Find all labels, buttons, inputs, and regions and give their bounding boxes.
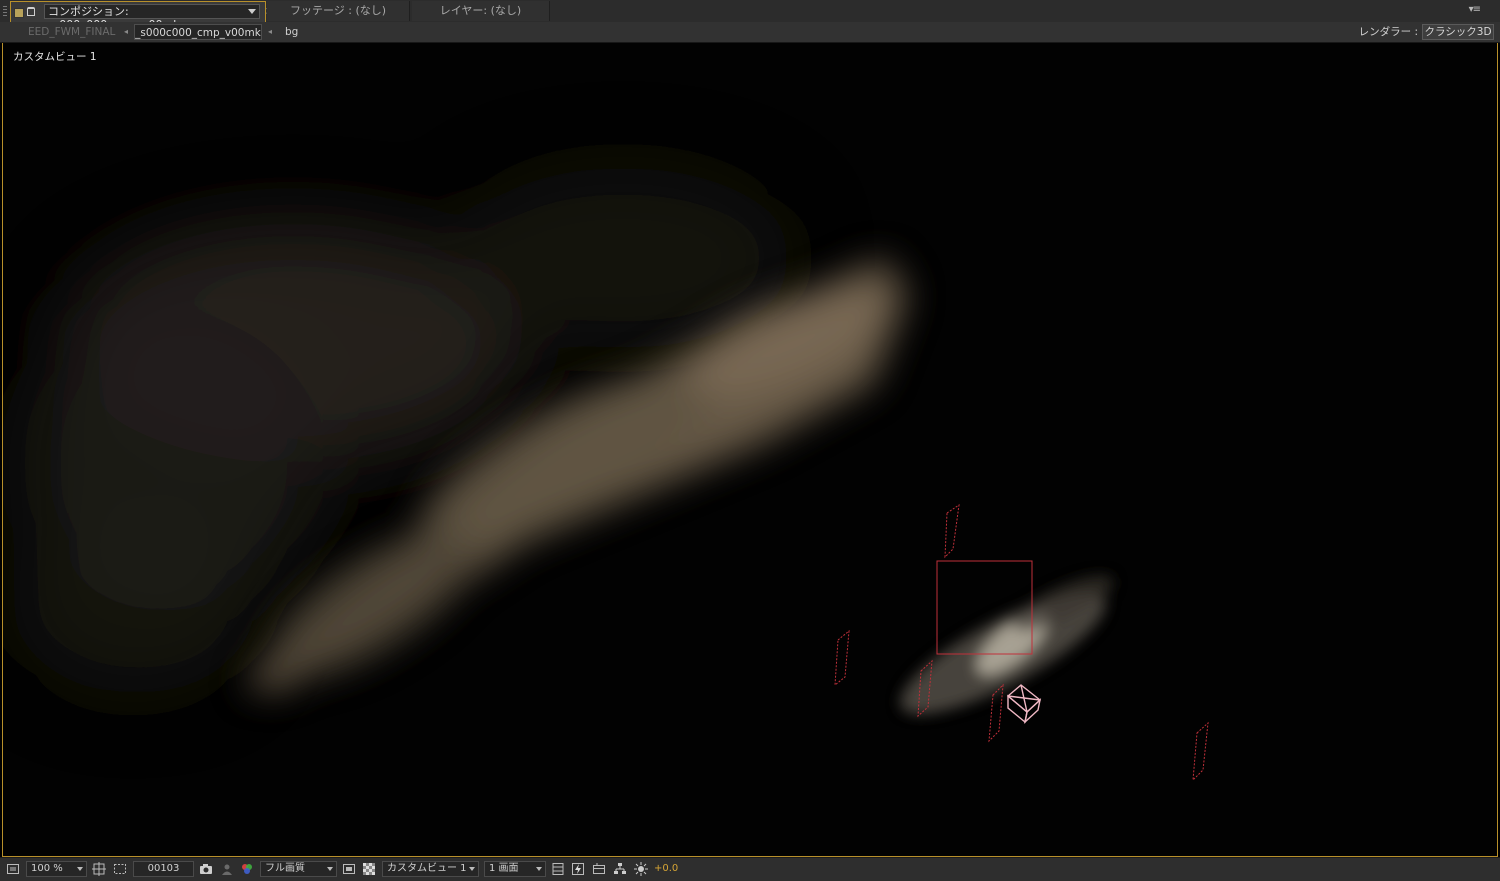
layer-plane[interactable]: [1192, 721, 1209, 782]
viewer-toolbar: 100 % 00103 フル画質 カスタムビュー 1 1 画面 +0.0: [0, 857, 1500, 881]
view-select[interactable]: カスタムビュー 1: [382, 861, 479, 877]
timeline-icon[interactable]: [592, 862, 606, 876]
color-channels-icon[interactable]: [240, 862, 254, 876]
transparency-grid-icon[interactable]: [362, 862, 376, 876]
breadcrumb-separator-icon: ◂: [124, 27, 129, 36]
chevron-down-icon[interactable]: [248, 9, 256, 14]
always-preview-icon[interactable]: [6, 862, 20, 876]
tab-composition[interactable]: コンポジション: _s000c000_cmp_v00mk ×: [10, 1, 273, 31]
breadcrumb-separator-icon: ◂: [268, 27, 273, 36]
viewer-scene: [13, 168, 1209, 782]
toggle-pixel-aspect-icon[interactable]: [551, 862, 565, 876]
view-layout-value: 1 画面: [489, 863, 519, 874]
grid-icon[interactable]: [92, 862, 106, 876]
zoom-value: 100 %: [31, 863, 63, 874]
tab-footage[interactable]: フッテージ : (なし): [267, 1, 410, 21]
resolution-value: フル画質: [265, 863, 305, 874]
chevron-down-icon[interactable]: [77, 867, 83, 871]
breadcrumb-item-child[interactable]: bg: [285, 24, 298, 40]
label-color-swatch[interactable]: [14, 8, 24, 18]
panel-menu-icon[interactable]: ▾≡: [1469, 4, 1481, 15]
target-region-icon[interactable]: [342, 862, 356, 876]
camera-cube-icon[interactable]: [1006, 684, 1042, 724]
view-layout-select[interactable]: 1 画面: [484, 861, 546, 877]
exposure-icon[interactable]: [634, 862, 648, 876]
chevron-down-icon[interactable]: [536, 867, 542, 871]
show-snapshot-icon[interactable]: [220, 862, 234, 876]
fast-preview-icon[interactable]: [571, 862, 585, 876]
panel-grip-icon[interactable]: [3, 6, 7, 16]
lock-icon[interactable]: [27, 7, 35, 16]
chevron-down-icon[interactable]: [327, 867, 333, 871]
layer-plane[interactable]: [944, 503, 960, 559]
composition-viewer[interactable]: カスタムビュー 1: [2, 43, 1498, 857]
breadcrumb-item-current[interactable]: _s000c000_cmp_v00mk: [134, 24, 262, 40]
breadcrumb-item-parent[interactable]: EED_FWM_FINAL: [28, 24, 115, 40]
renderer-label: レンダラー :: [1358, 26, 1418, 38]
composition-select[interactable]: コンポジション: _s000c000_cmp_v00mk: [44, 4, 260, 31]
comp-flowchart-icon[interactable]: [613, 862, 627, 876]
zoom-select[interactable]: 100 %: [26, 861, 87, 877]
camera-snapshot-icon[interactable]: [199, 862, 213, 876]
cloud-small: [900, 575, 1114, 714]
timecode-field[interactable]: 00103: [133, 861, 194, 877]
region-of-interest-icon[interactable]: [113, 862, 127, 876]
exposure-value[interactable]: +0.0: [654, 861, 678, 877]
renderer-button[interactable]: クラシック3D: [1422, 24, 1494, 40]
chevron-down-icon[interactable]: [469, 867, 475, 871]
resolution-select[interactable]: フル画質: [260, 861, 337, 877]
view-label: カスタムビュー 1: [13, 51, 97, 63]
breadcrumb: EED_FWM_FINAL ◂ _s000c000_cmp_v00mk ◂ bg…: [0, 22, 1500, 43]
view-value: カスタムビュー 1: [387, 863, 467, 874]
layer-plane[interactable]: [834, 629, 850, 687]
tab-layer[interactable]: レイヤー: (なし): [412, 1, 550, 21]
composition-panel: コンポジション: _s000c000_cmp_v00mk × フッテージ : (…: [0, 0, 1500, 881]
panel-tab-bar: コンポジション: _s000c000_cmp_v00mk × フッテージ : (…: [0, 0, 1500, 31]
